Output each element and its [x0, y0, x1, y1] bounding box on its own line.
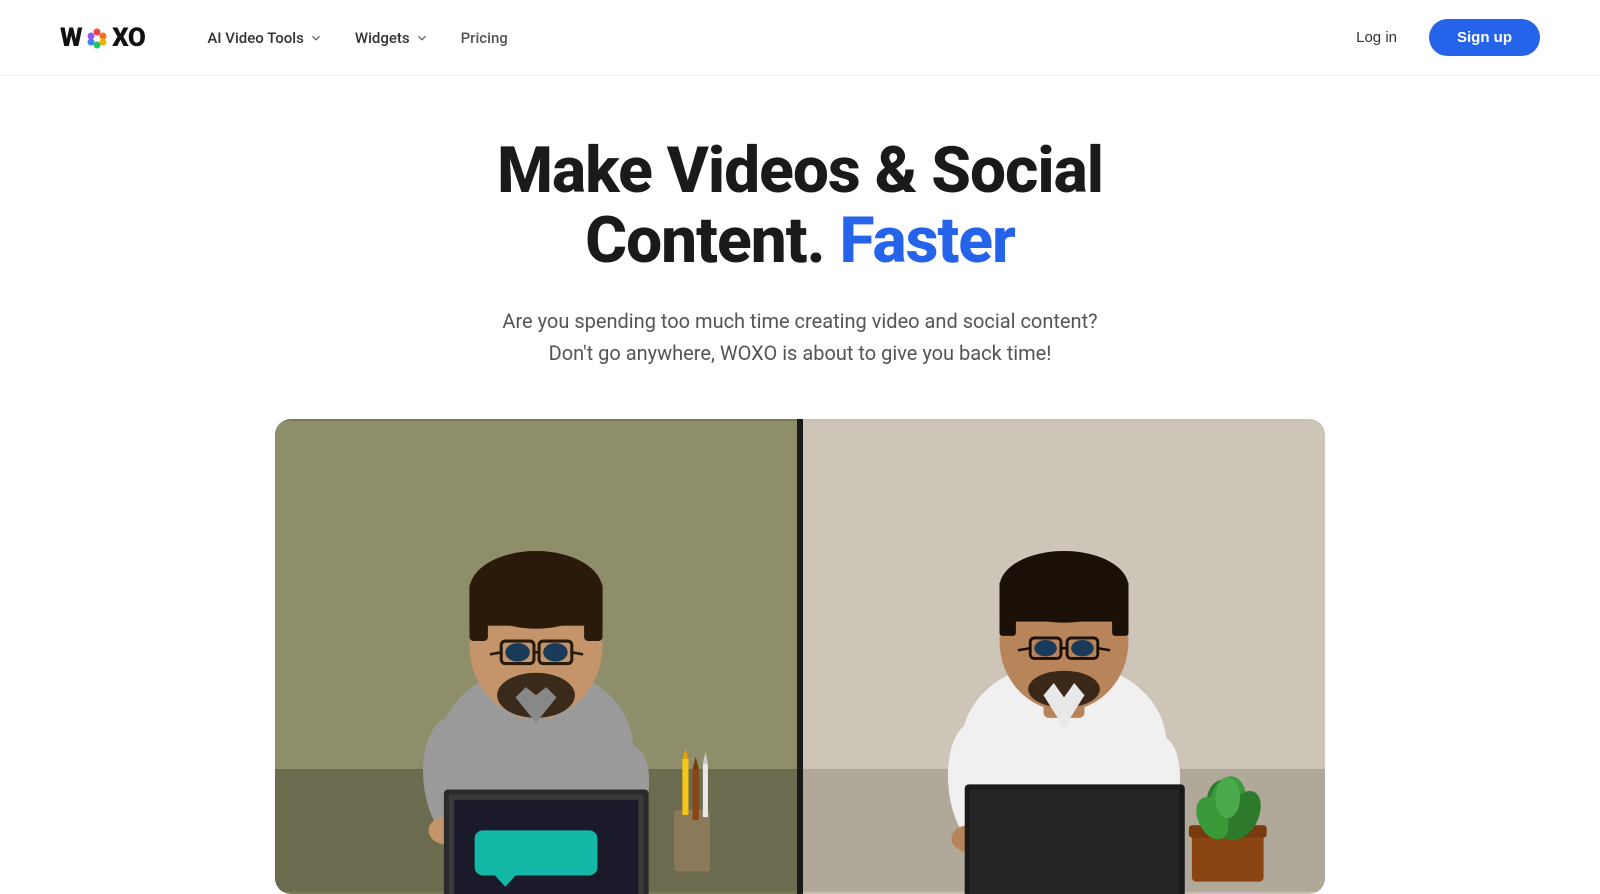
navbar: W XO AI Video Tools Widgets	[0, 0, 1600, 76]
nav-item-pricing[interactable]: Pricing	[449, 21, 520, 55]
chevron-down-icon	[309, 31, 323, 45]
hero-title: Make Videos & Social Content. Faster	[370, 136, 1230, 277]
logo-colorwheel-icon	[86, 27, 108, 49]
right-scene-svg	[803, 419, 1325, 894]
nav-item-ai-video-tools[interactable]: AI Video Tools	[195, 21, 335, 55]
left-scene-svg	[275, 419, 797, 894]
hero-title-accent: Faster	[839, 203, 1014, 278]
hero-subtitle: Are you spending too much time creating …	[370, 305, 1230, 369]
video-divider	[797, 419, 803, 894]
main-content: Make Videos & Social Content. Faster Are…	[0, 76, 1600, 894]
hero-section: Make Videos & Social Content. Faster Are…	[350, 136, 1250, 419]
chevron-down-icon	[415, 31, 429, 45]
signup-button[interactable]: Sign up	[1429, 19, 1540, 56]
video-panel-right	[803, 419, 1325, 894]
logo-text: W	[60, 23, 82, 53]
navbar-right: Log in Sign up	[1340, 19, 1540, 56]
video-panel-left	[275, 419, 797, 894]
login-button[interactable]: Log in	[1340, 21, 1413, 54]
video-container	[275, 419, 1325, 894]
nav-links: AI Video Tools Widgets Pricing	[195, 21, 519, 55]
logo[interactable]: W XO	[60, 23, 145, 53]
logo-text-xo: XO	[112, 23, 145, 53]
navbar-left: W XO AI Video Tools Widgets	[60, 21, 520, 55]
nav-item-widgets[interactable]: Widgets	[343, 21, 441, 55]
